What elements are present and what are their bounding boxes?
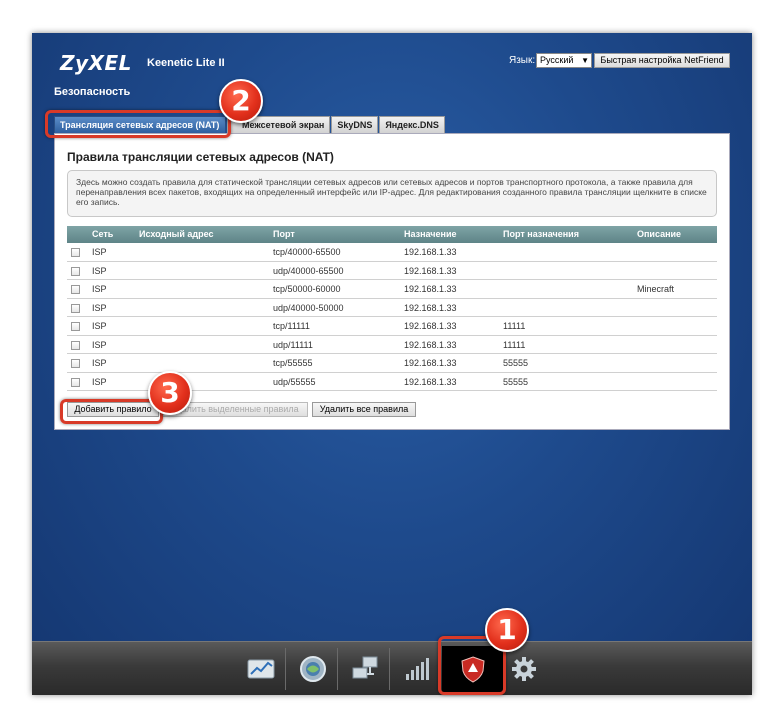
table-row[interactable]: ISP tcp/11111 192.168.1.33 11111 xyxy=(67,317,717,336)
cell-destination: 192.168.1.33 xyxy=(404,247,457,257)
table-row[interactable]: ISP tcp/40000-65500 192.168.1.33 xyxy=(67,243,717,262)
column-header-description: Описание xyxy=(637,229,682,239)
cell-net: ISP xyxy=(92,284,107,294)
cell-port: udp/40000-50000 xyxy=(273,302,344,313)
language-value: Русский xyxy=(540,55,574,65)
cell-destination: 192.168.1.33 xyxy=(404,358,457,368)
model-name: Keenetic Lite II xyxy=(147,57,225,69)
cell-net: ISP xyxy=(92,321,107,331)
dock-separator xyxy=(337,648,338,690)
table-row[interactable]: ISP udp/40000-65500 192.168.1.33 xyxy=(67,262,717,280)
cell-port: udp/40000-65500 xyxy=(273,265,344,276)
row-checkbox[interactable] xyxy=(71,266,80,276)
nat-rules-table: Сеть Исходный адрес Порт Назначение Порт… xyxy=(67,226,717,391)
gear-icon[interactable] xyxy=(509,654,539,684)
row-checkbox[interactable] xyxy=(71,359,80,368)
info-box: Здесь можно создать правила для статичес… xyxy=(67,170,717,217)
row-checkbox[interactable] xyxy=(71,303,80,313)
signal-icon[interactable] xyxy=(402,654,432,684)
row-checkbox[interactable] xyxy=(71,248,80,257)
cell-dest-port: 11111 xyxy=(503,321,526,331)
column-header-net: Сеть xyxy=(92,229,114,239)
language-select[interactable]: Русский ▼ xyxy=(536,53,592,68)
cell-net: ISP xyxy=(92,376,107,387)
table-header: Сеть Исходный адрес Порт Назначение Порт… xyxy=(67,226,717,243)
cell-destination: 192.168.1.33 xyxy=(404,265,457,276)
cell-net: ISP xyxy=(92,247,107,257)
cell-port: tcp/40000-65500 xyxy=(273,247,341,257)
cell-destination: 192.168.1.33 xyxy=(404,302,457,313)
row-checkbox[interactable] xyxy=(71,285,80,294)
row-checkbox[interactable] xyxy=(71,340,80,350)
globe-icon[interactable] xyxy=(298,654,328,684)
chart-icon[interactable] xyxy=(246,654,276,684)
cell-dest-port: 55555 xyxy=(503,358,529,368)
cell-port: tcp/55555 xyxy=(273,358,313,368)
dock-separator xyxy=(285,648,286,690)
cell-dest-port: 11111 xyxy=(503,339,526,350)
delete-all-button[interactable]: Удалить все правила xyxy=(312,402,416,417)
cell-port: udp/11111 xyxy=(273,339,313,350)
page-title: Безопасность xyxy=(54,86,131,98)
network-icon[interactable] xyxy=(350,654,380,684)
cell-destination: 192.168.1.33 xyxy=(404,284,457,294)
quick-setup-button[interactable]: Быстрая настройка NetFriend xyxy=(594,53,730,68)
cell-description: Minecraft xyxy=(637,284,675,294)
step-badge-3: 3 xyxy=(148,371,192,415)
row-checkbox[interactable] xyxy=(71,322,80,331)
table-row[interactable]: ISP tcp/55555 192.168.1.33 55555 xyxy=(67,354,717,373)
chevron-down-icon: ▼ xyxy=(581,56,589,65)
step-badge-2: 2 xyxy=(219,79,263,123)
cell-destination: 192.168.1.33 xyxy=(404,339,457,350)
bottom-dock xyxy=(32,641,752,695)
tab-yandex-dns[interactable]: Яндекс.DNS xyxy=(379,116,445,133)
language-label: Язык: xyxy=(509,55,536,66)
step-badge-1: 1 xyxy=(485,608,529,652)
cell-port: udp/55555 xyxy=(273,376,316,387)
cell-destination: 192.168.1.33 xyxy=(404,376,457,387)
cell-net: ISP xyxy=(92,339,107,350)
column-header-destination: Назначение xyxy=(404,229,457,239)
table-row[interactable]: ISP udp/40000-50000 192.168.1.33 xyxy=(67,299,717,317)
table-row[interactable]: ISP udp/11111 192.168.1.33 11111 xyxy=(67,336,717,354)
tab-skydns[interactable]: SkyDNS xyxy=(331,116,379,133)
panel-title: Правила трансляции сетевых адресов (NAT) xyxy=(67,150,334,164)
cell-port: tcp/11111 xyxy=(273,321,310,331)
cell-destination: 192.168.1.33 xyxy=(404,321,457,331)
cell-port: tcp/50000-60000 xyxy=(273,284,341,294)
cell-net: ISP xyxy=(92,358,107,368)
highlight-add-button xyxy=(60,399,163,424)
column-header-source: Исходный адрес xyxy=(139,229,214,239)
cell-dest-port: 55555 xyxy=(503,376,529,387)
zyxel-logo: ZyXEL xyxy=(60,51,132,75)
cell-net: ISP xyxy=(92,265,107,276)
highlight-nat-tab xyxy=(45,110,231,138)
column-header-dest-port: Порт назначения xyxy=(503,229,579,239)
table-row[interactable]: ISP tcp/50000-60000 192.168.1.33 Minecraft xyxy=(67,280,717,299)
dock-separator xyxy=(389,648,390,690)
cell-net: ISP xyxy=(92,302,107,313)
column-header-port: Порт xyxy=(273,229,295,239)
row-checkbox[interactable] xyxy=(71,377,80,387)
